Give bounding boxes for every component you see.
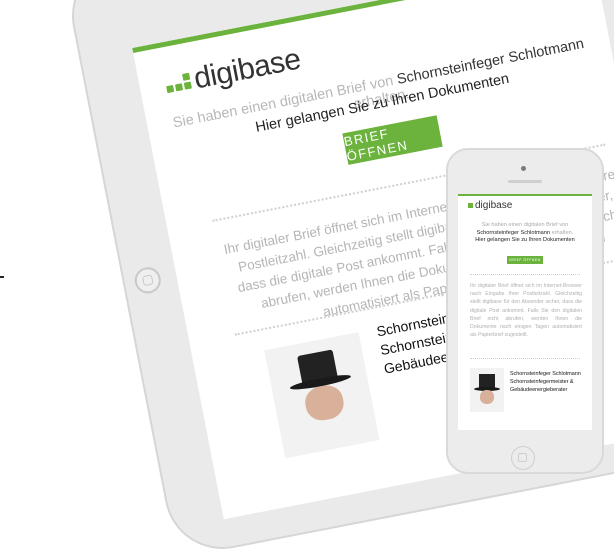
phone-sender-block: Schornsteinfeger Schlotmann Schornsteinf… xyxy=(510,370,581,394)
front-camera-icon xyxy=(521,166,526,171)
header-accent-bar xyxy=(132,0,595,53)
phone-cta-line: Hier gelangen Sie zu Ihren Dokumenten xyxy=(475,237,575,243)
edge-mark xyxy=(0,276,4,278)
face xyxy=(480,390,494,404)
phone-divider xyxy=(470,358,580,359)
open-letter-button[interactable]: BRIEF ÖFFNEN xyxy=(342,115,443,165)
tablet-home-button[interactable] xyxy=(132,265,164,296)
phone-sender-name: Schornsteinfeger Schlotmann xyxy=(510,371,581,377)
phone-lead-suffix: erhalten. xyxy=(551,229,574,236)
phone-device: digibase Sie haben einen digitalen Brief… xyxy=(446,148,604,474)
phone-email-body: Ihr digitaler Brief öffnet sich im Inter… xyxy=(470,283,582,339)
phone-email-lead: Sie haben einen digitalen Brief von Scho… xyxy=(458,222,592,245)
face xyxy=(302,382,347,424)
brand-logo: digibase xyxy=(163,43,304,102)
phone-accent-bar xyxy=(458,194,592,196)
phone-lead-prefix: Sie haben einen digitalen Brief von xyxy=(481,222,569,228)
logo-text: digibase xyxy=(191,42,304,96)
phone-divider xyxy=(470,274,580,275)
logo-squares-icon xyxy=(164,72,192,94)
phone-sender-title-2: Gebäudeenergieberater xyxy=(510,387,568,393)
phone-brand-logo: digibase xyxy=(468,200,512,211)
sender-photo xyxy=(264,332,380,459)
phone-open-letter-button[interactable]: BRIEF ÖFFNEN xyxy=(507,256,543,264)
logo-square-icon xyxy=(468,203,473,208)
speaker-grille xyxy=(508,180,542,183)
phone-lead-sender: Schornsteinfeger Schlotmann xyxy=(476,229,551,236)
top-hat-icon xyxy=(479,374,495,388)
phone-logo-text: digibase xyxy=(475,200,513,211)
phone-sender-title-1: Schornsteinfegermeister & xyxy=(510,379,574,385)
phone-screen: digibase Sie haben einen digitalen Brief… xyxy=(458,194,592,430)
phone-sender-photo xyxy=(470,368,504,412)
phone-home-button[interactable] xyxy=(511,446,535,470)
